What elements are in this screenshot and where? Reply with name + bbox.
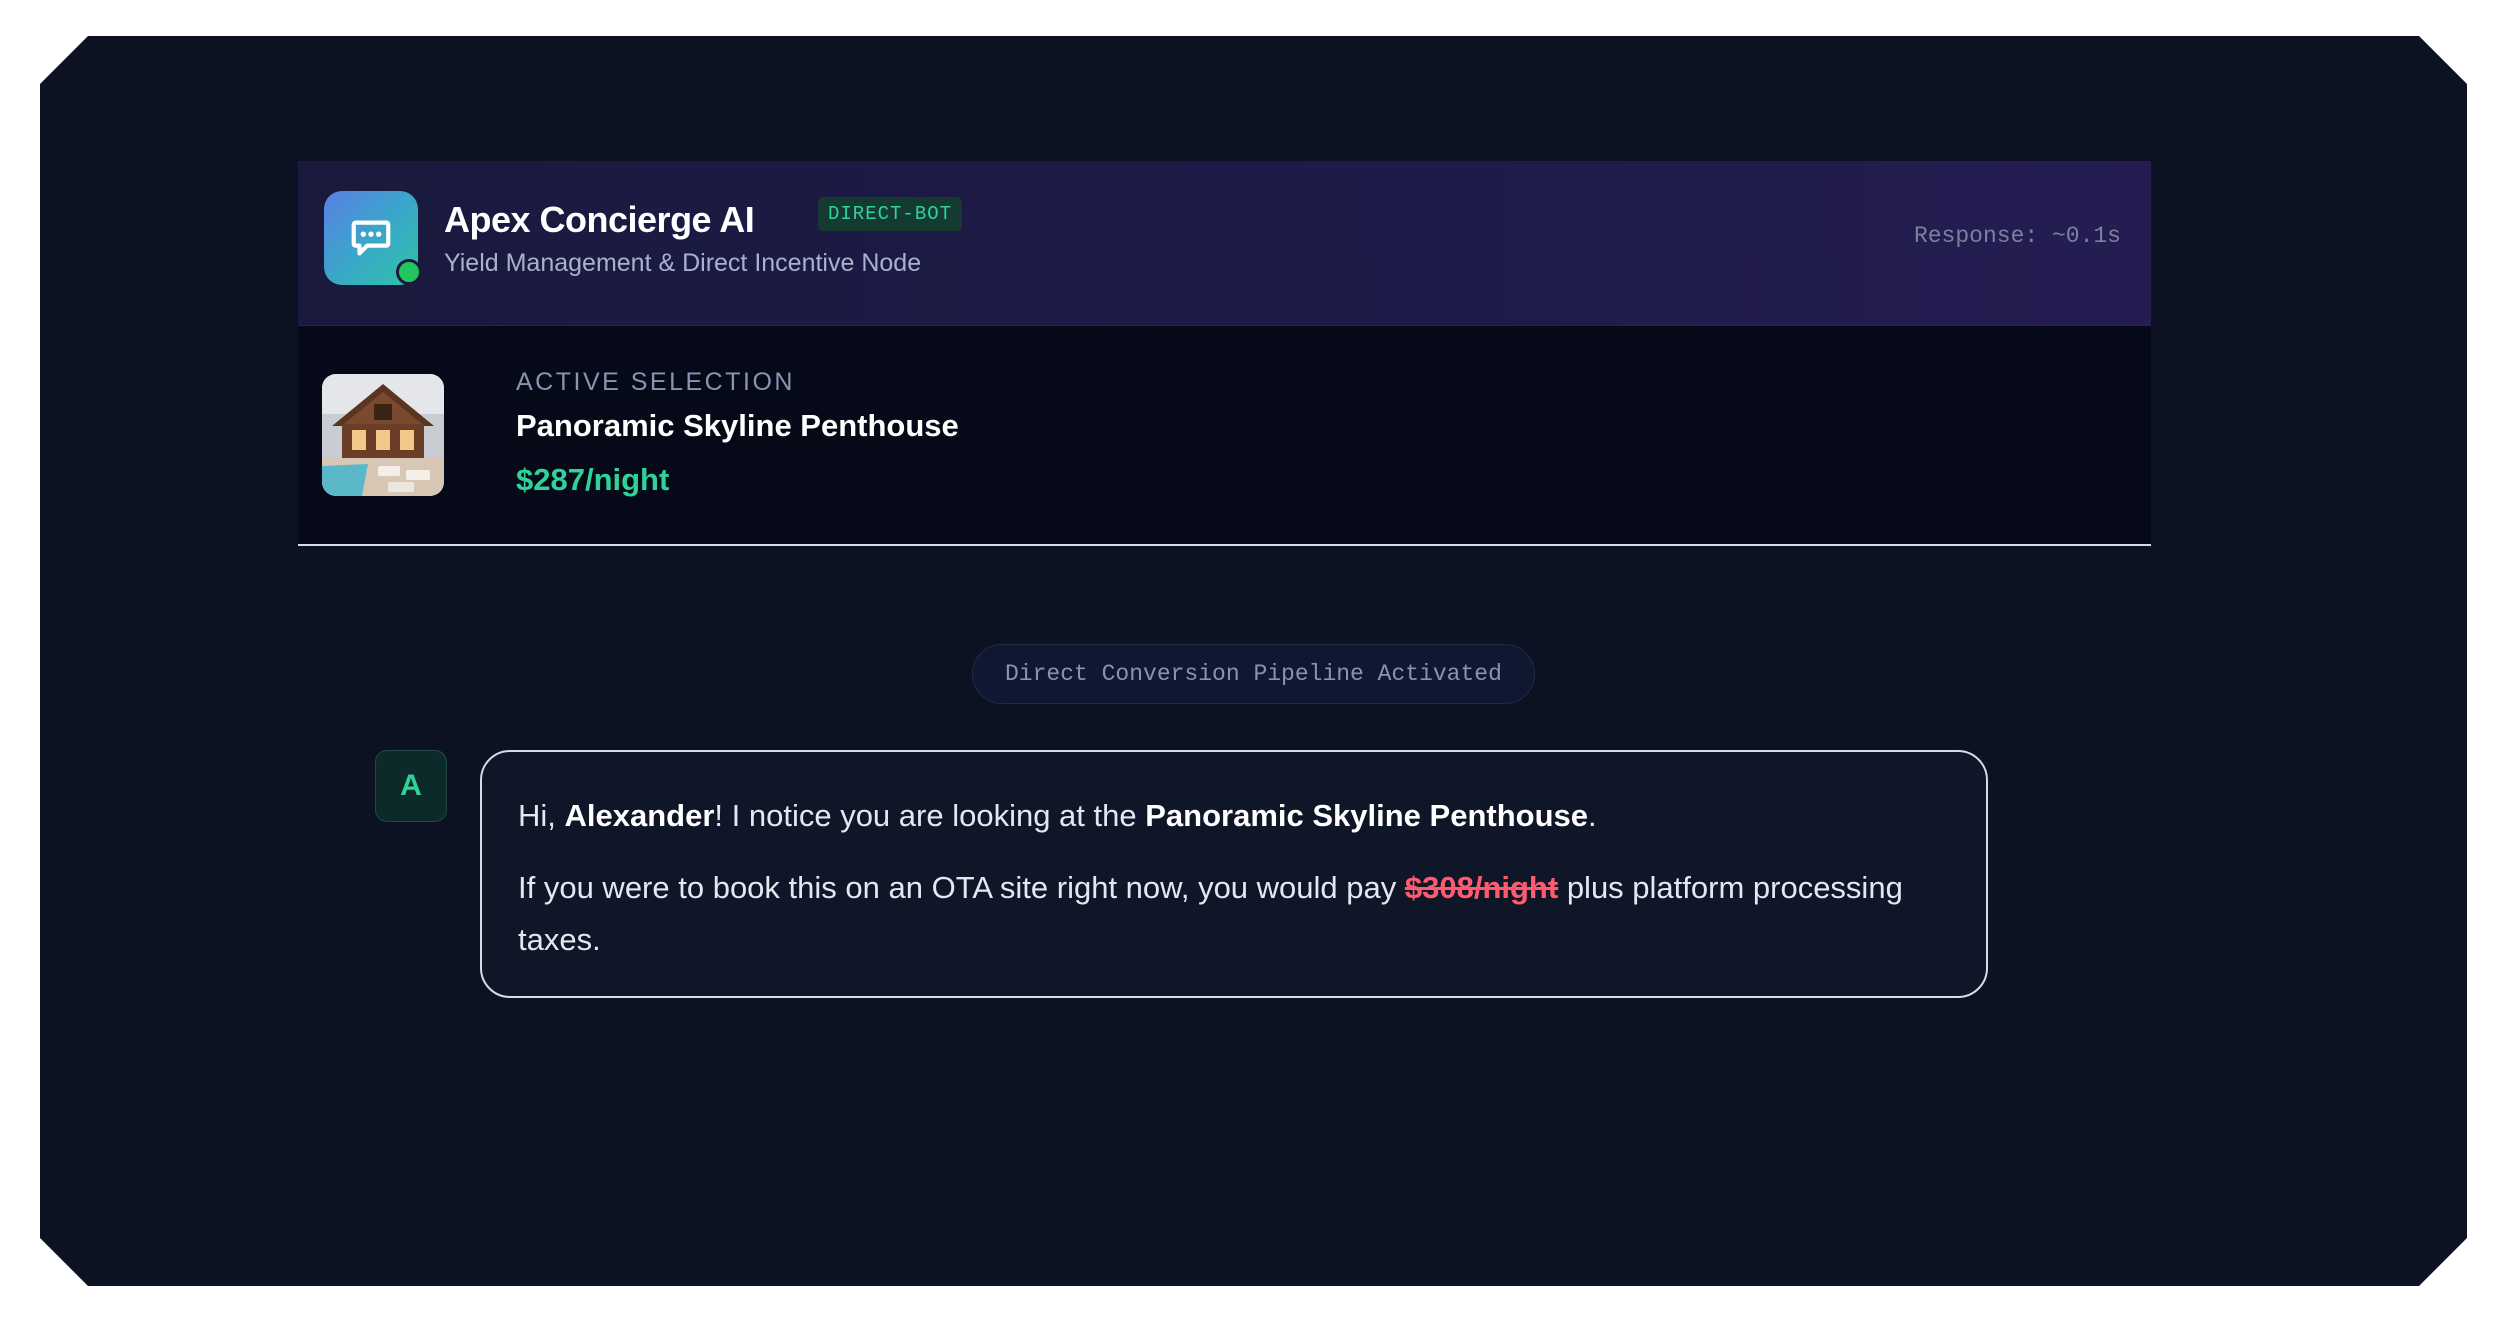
chat-header: Apex Concierge AI DIRECT-BOT Yield Manag… bbox=[298, 161, 2151, 326]
active-selection-card[interactable]: ACTIVE SELECTION Panoramic Skyline Penth… bbox=[298, 326, 2151, 546]
chat-bubble-icon bbox=[348, 215, 394, 261]
message-line-2: If you were to book this on an OTA site … bbox=[518, 870, 1903, 957]
app-frame: Apex Concierge AI DIRECT-BOT Yield Manag… bbox=[40, 36, 2467, 1286]
bot-type-badge: DIRECT-BOT bbox=[818, 197, 962, 231]
user-name: Alexander bbox=[564, 798, 715, 833]
pipeline-status-pill: Direct Conversion Pipeline Activated bbox=[972, 644, 1535, 704]
chat-panel: Apex Concierge AI DIRECT-BOT Yield Manag… bbox=[298, 161, 2151, 546]
bot-subtitle: Yield Management & Direct Incentive Node bbox=[444, 249, 922, 277]
ota-price: $308/night bbox=[1404, 870, 1559, 905]
selection-label: ACTIVE SELECTION bbox=[516, 368, 795, 396]
property-thumbnail bbox=[322, 374, 444, 496]
online-status-dot bbox=[396, 259, 422, 285]
property-photo bbox=[322, 374, 444, 496]
selection-title: Panoramic Skyline Penthouse bbox=[516, 408, 959, 443]
bot-name: Apex Concierge AI bbox=[444, 199, 755, 240]
response-time: Response: ~0.1s bbox=[1913, 223, 2121, 249]
message-avatar: A bbox=[375, 750, 447, 822]
selection-price: $287/night bbox=[516, 462, 670, 497]
property-name: Panoramic Skyline Penthouse bbox=[1145, 798, 1588, 833]
message-line-1: Hi, Alexander! I notice you are looking … bbox=[518, 798, 1597, 833]
bot-avatar bbox=[324, 191, 418, 285]
chat-message-bubble: Hi, Alexander! I notice you are looking … bbox=[480, 750, 1988, 998]
